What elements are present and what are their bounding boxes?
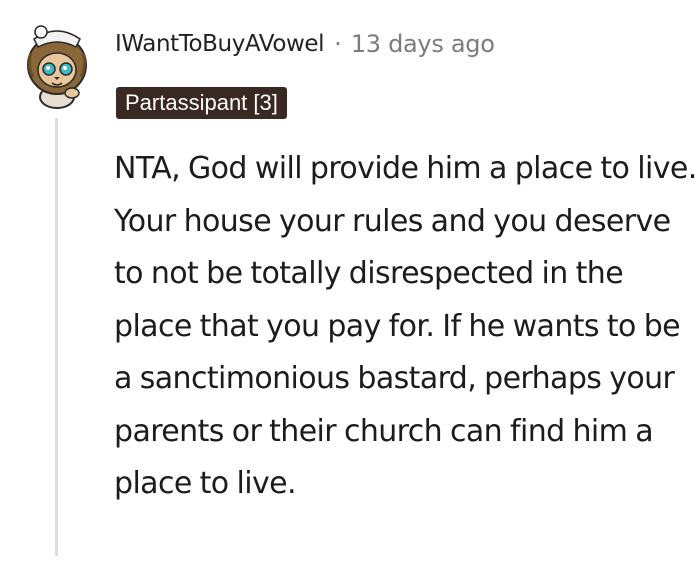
timestamp[interactable]: 13 days ago — [351, 30, 495, 58]
snoo-avatar-icon — [27, 25, 87, 109]
username-link[interactable]: IWantToBuyAVowel — [115, 31, 325, 57]
user-flair-badge: Partassipant [3] — [116, 87, 287, 119]
comment: IWantToBuyAVowel · 13 days ago Partassip… — [0, 0, 700, 561]
comment-body: NTA, God will provide him a place to liv… — [114, 151, 697, 501]
user-avatar-icon[interactable] — [22, 17, 92, 109]
thread-line[interactable] — [55, 118, 58, 556]
comment-header: IWantToBuyAVowel · 13 days ago — [115, 30, 495, 58]
separator-dot: · — [334, 30, 342, 58]
